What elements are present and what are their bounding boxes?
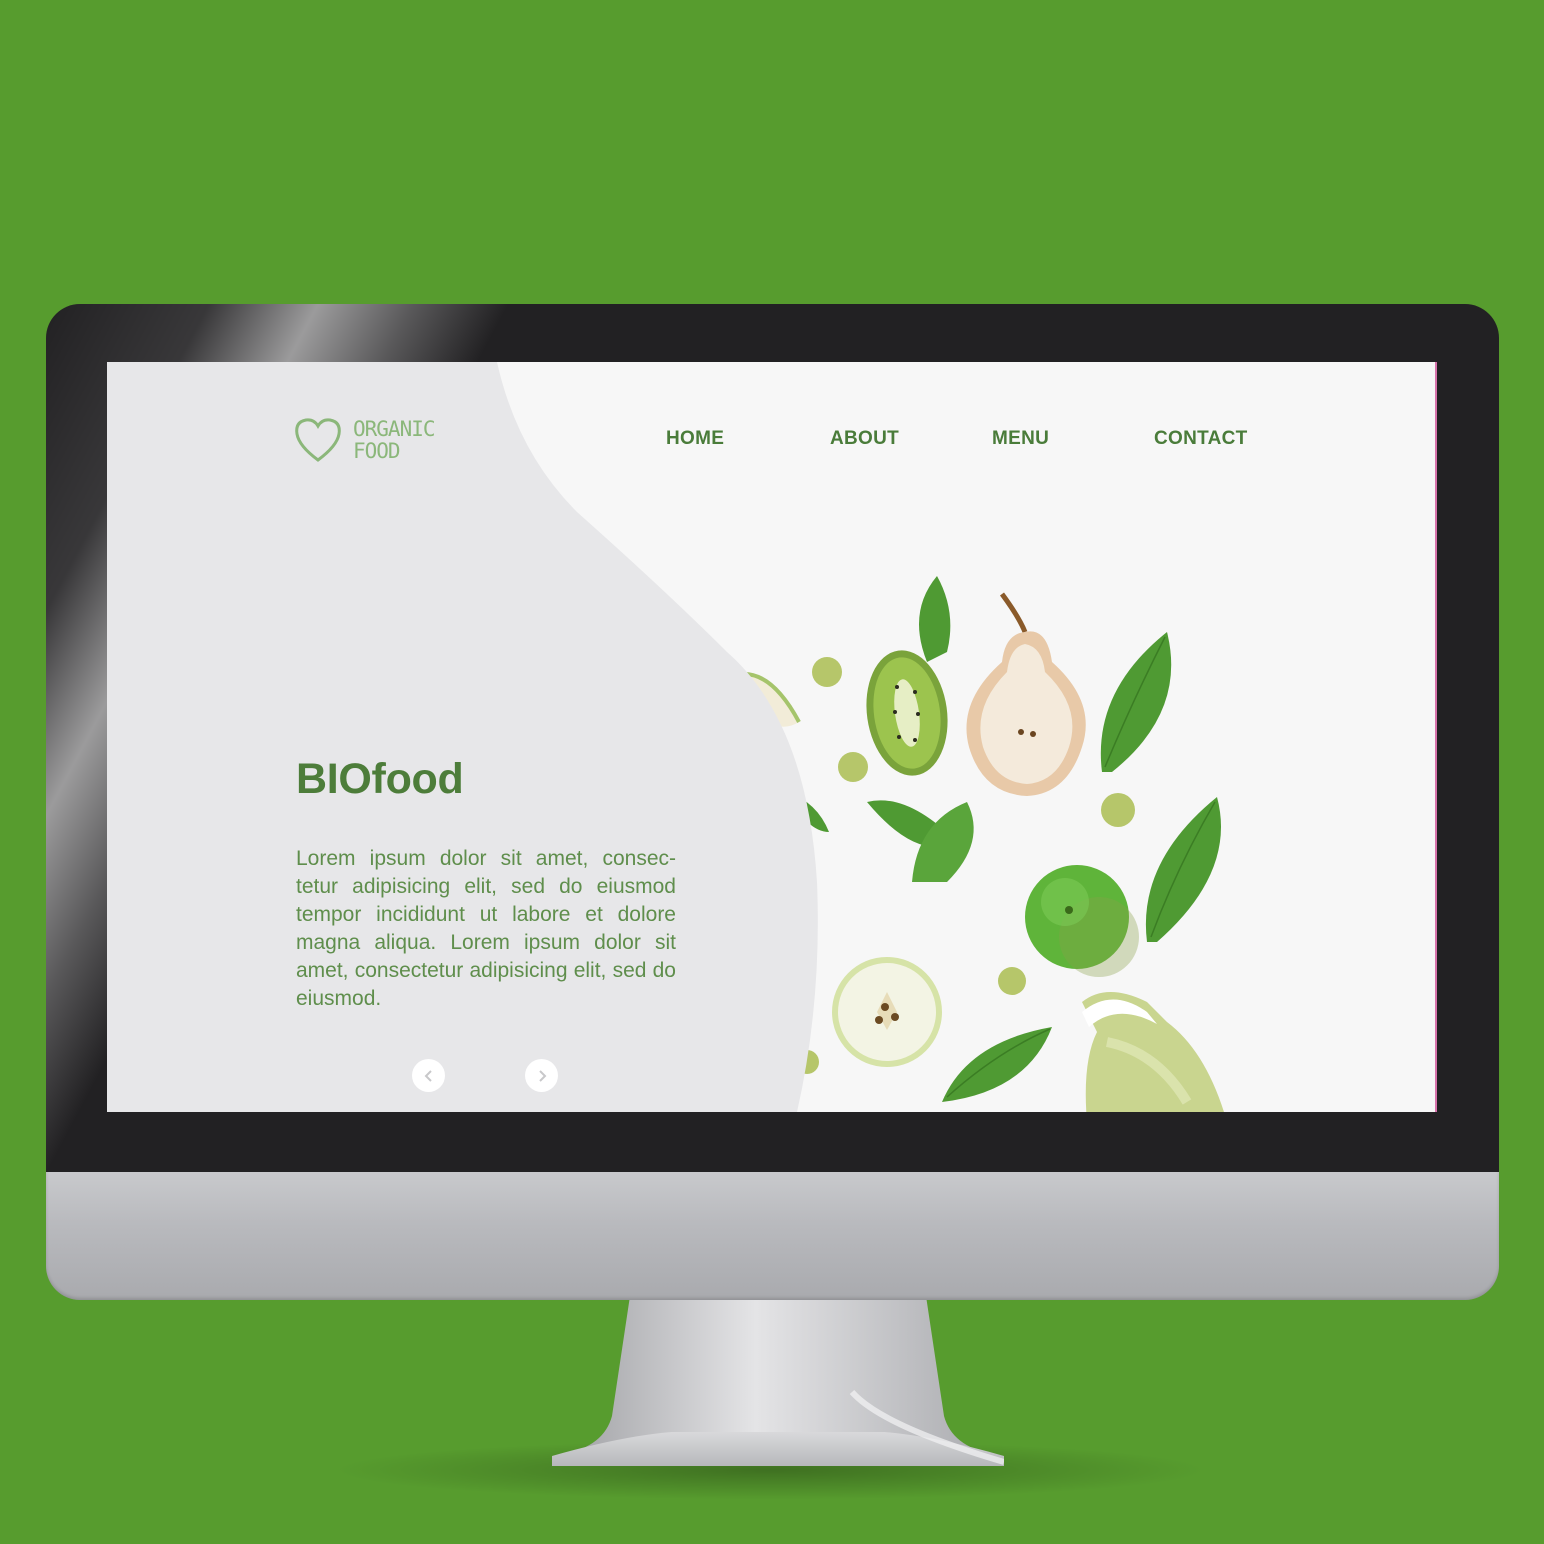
chevron-left-icon xyxy=(424,1069,432,1082)
nav-menu[interactable]: MENU xyxy=(992,428,1049,450)
slider-next-button[interactable] xyxy=(525,1059,558,1092)
main-nav: HOME ABOUT MENU CONTACT xyxy=(107,428,1437,458)
website-screen: ORGANIC FOOD HOME ABOUT MENU CONTACT BIO… xyxy=(107,362,1437,1112)
hero-title: BIOfood xyxy=(296,755,464,803)
screen-edge xyxy=(1435,362,1437,1112)
desktop-mockup-scene: ORGANIC FOOD HOME ABOUT MENU CONTACT BIO… xyxy=(0,0,1544,1544)
slider-prev-button[interactable] xyxy=(412,1059,445,1092)
monitor-stand xyxy=(552,1296,1004,1466)
nav-contact[interactable]: CONTACT xyxy=(1154,428,1248,450)
hero-description: Lorem ipsum dolor sit amet, consec-tetur… xyxy=(296,847,676,1010)
nav-home[interactable]: HOME xyxy=(666,428,724,450)
monitor-chin xyxy=(46,1170,1499,1300)
chevron-right-icon xyxy=(538,1069,546,1082)
nav-about[interactable]: ABOUT xyxy=(830,428,899,450)
